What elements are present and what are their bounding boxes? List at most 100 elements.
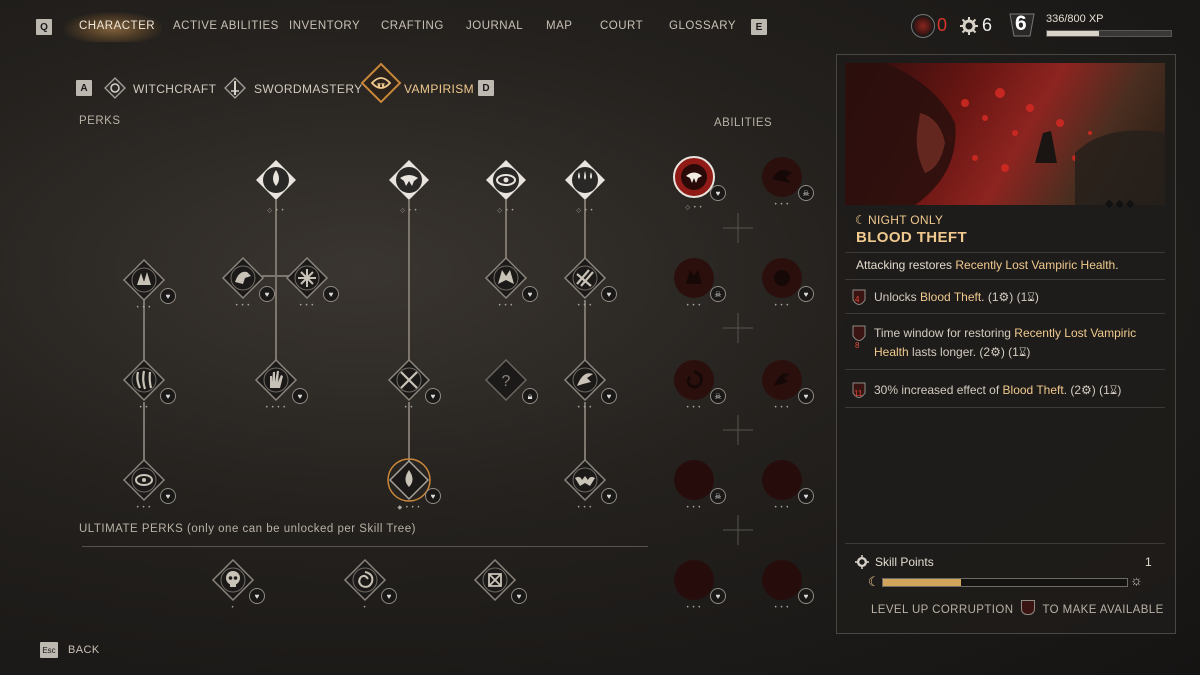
- back-key[interactable]: Esc: [40, 642, 58, 658]
- skull-icon: ☠︎: [710, 388, 726, 404]
- ability-blood-burst[interactable]: ♥ • • •: [760, 256, 814, 309]
- svg-text:?: ?: [502, 373, 511, 390]
- perk-link: [143, 402, 145, 462]
- skill-points-label: Skill Points: [875, 555, 934, 569]
- ability-raven[interactable]: ☠︎ • • •: [760, 155, 814, 208]
- divider: [845, 279, 1165, 280]
- ability-description: Attacking restores Recently Lost Vampiri…: [856, 258, 1119, 272]
- perk-node-eye-sigil[interactable]: ♥ • • •: [122, 458, 176, 511]
- moon-icon: ☾: [855, 213, 866, 227]
- corruption-icon: [911, 14, 935, 38]
- ability-cross-divider-icon: [723, 515, 753, 545]
- perk-node-burst[interactable]: ♥ • • •: [285, 256, 339, 309]
- gear-icon: ⚙︎: [990, 345, 1001, 359]
- moon-icon: ☾: [868, 574, 880, 589]
- tab-character[interactable]: CHARACTER: [79, 20, 155, 32]
- corruption-badge-icon: ♥: [522, 286, 538, 302]
- perks-label: PERKS: [79, 115, 121, 127]
- ability-locked-2[interactable]: ♥ • • •: [760, 458, 814, 511]
- perk-link: [584, 402, 586, 462]
- tab-glossary[interactable]: GLOSSARY: [669, 20, 736, 32]
- perk-node-beast[interactable]: ♥ • • •: [221, 256, 275, 309]
- upgrade-row: 11 30% increased effect of Blood Theft. …: [851, 381, 1157, 400]
- ability-cross-divider-icon: [723, 313, 753, 343]
- corruption-badge-icon: ♥: [292, 388, 308, 404]
- ability-detail-panel: ◆◆◆ ☾ NIGHT ONLY BLOOD THEFT Attacking r…: [836, 54, 1176, 634]
- perk-link: [408, 200, 410, 360]
- tree-tab-swordmastery[interactable]: SWORDMASTERY: [254, 82, 363, 96]
- ultimate-perk-vortex[interactable]: ♥ •: [343, 558, 397, 611]
- prev-tree-key[interactable]: A: [76, 80, 92, 96]
- skill-gear-count: 6: [982, 15, 993, 35]
- character-level: 6: [1015, 12, 1027, 35]
- corruption-count: 0: [937, 15, 948, 35]
- tab-journal[interactable]: JOURNAL: [466, 20, 523, 32]
- divider: [845, 543, 1165, 544]
- tree-tab-vampirism[interactable]: VAMPIRISM: [404, 82, 474, 96]
- ultimate-divider: [82, 546, 648, 547]
- perk-node-fangs[interactable]: ◇ • •: [387, 158, 431, 214]
- perk-link: [584, 300, 586, 360]
- tree-tab-witchcraft[interactable]: WITCHCRAFT: [133, 82, 216, 96]
- ultimate-perk-sigil[interactable]: ♥: [473, 558, 527, 604]
- blood-shield-icon: [1021, 600, 1036, 615]
- perk-node-daggers[interactable]: ♥ • •: [387, 358, 441, 411]
- prev-tab-key[interactable]: Q: [36, 19, 52, 35]
- ability-claw-grasp[interactable]: ♥ • • •: [760, 358, 814, 411]
- corruption-badge-icon: ♥: [798, 488, 814, 504]
- ability-locked-3[interactable]: ♥ • • •: [672, 558, 726, 611]
- corruption-progress-bar: [882, 578, 1128, 587]
- perk-node-blood-drop[interactable]: ◇ • •: [254, 158, 298, 214]
- perk-node-hand[interactable]: ♥ • • • •: [254, 358, 308, 411]
- corruption-badge-icon: ♥: [160, 488, 176, 504]
- perk-node-slash[interactable]: ♥ • • •: [563, 256, 617, 309]
- sun-icon: ☼: [1130, 572, 1143, 588]
- back-button[interactable]: BACK: [68, 644, 100, 656]
- perk-node-claw-marks[interactable]: ♥ • •: [122, 358, 176, 411]
- skull-icon: ☠︎: [710, 488, 726, 504]
- skull-icon: ☠︎: [710, 286, 726, 302]
- ability-locked-1[interactable]: ☠︎ • • •: [672, 458, 726, 511]
- xp-bar: [1046, 30, 1172, 37]
- next-tree-key[interactable]: D: [478, 80, 494, 96]
- skull-icon: ☠︎: [798, 185, 814, 201]
- tab-active-abilities[interactable]: ACTIVE ABILITIES: [173, 20, 279, 32]
- tab-map[interactable]: MAP: [546, 20, 572, 32]
- perk-node-eye[interactable]: ◇ • •: [484, 158, 528, 214]
- perk-node-claw-flame[interactable]: ♥ • • •: [122, 258, 176, 311]
- perk-link: [275, 200, 277, 360]
- corruption-badge-icon: ♥: [425, 388, 441, 404]
- ultimate-perks-label: ULTIMATE PERKS (only one can be unlocked…: [79, 523, 416, 535]
- perk-node-bat[interactable]: ♥ • • •: [563, 458, 617, 511]
- ability-blood-theft-selected[interactable]: ♥ ◇ • •: [672, 155, 726, 211]
- ability-cross-divider-icon: [723, 415, 753, 445]
- ability-spiral[interactable]: ☠︎ • • •: [672, 358, 726, 411]
- tab-court[interactable]: COURT: [600, 20, 643, 32]
- ability-tag: NIGHT ONLY: [868, 213, 944, 227]
- corruption-badge-icon: ♥: [425, 488, 441, 504]
- ability-locked-4[interactable]: ♥ • • •: [760, 558, 814, 611]
- ability-wolf-head[interactable]: ☠︎ • • •: [672, 256, 726, 309]
- ultimate-perk-skull[interactable]: ♥ •: [211, 558, 265, 611]
- perk-node-blood-rain[interactable]: ◇ • •: [563, 158, 607, 214]
- skill-points-value: 1: [1145, 555, 1152, 569]
- corruption-badge-icon: ♥: [710, 185, 726, 201]
- tab-crafting[interactable]: CRAFTING: [381, 20, 444, 32]
- perk-node-locked[interactable]: ? 🔒︎: [484, 358, 538, 404]
- preview-page-dots: ◆◆◆: [1105, 198, 1137, 210]
- upgrade-row: 8 Time window for restoring Recently Los…: [851, 324, 1157, 362]
- next-tab-key[interactable]: E: [751, 19, 767, 35]
- tab-inventory[interactable]: INVENTORY: [289, 20, 360, 32]
- perk-node-blood-pool-active[interactable]: ♥ ◆ • • •: [387, 458, 441, 511]
- vampirism-icon: [360, 62, 402, 104]
- abilities-label: ABILITIES: [714, 117, 773, 129]
- hourglass-icon: ⌛︎: [1027, 290, 1035, 304]
- perk-node-feral[interactable]: ♥ • • •: [563, 358, 617, 411]
- perk-node-wolf[interactable]: ♥ • • •: [484, 256, 538, 309]
- corruption-badge-icon: ♥: [259, 286, 275, 302]
- corruption-badge-icon: ♥: [798, 388, 814, 404]
- gear-icon: [960, 17, 978, 35]
- perk-link: [408, 402, 410, 462]
- corruption-badge-icon: ♥: [710, 588, 726, 604]
- xp-text: 336/800 XP: [1046, 13, 1104, 25]
